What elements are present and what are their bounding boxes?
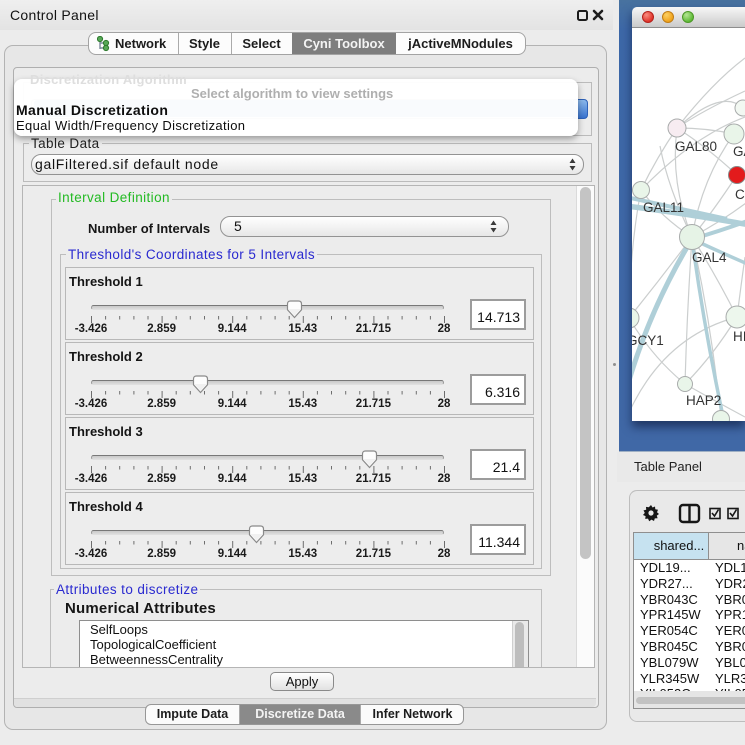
svg-text:GAL11: GAL11 — [643, 200, 684, 215]
svg-text:GAL80: GAL80 — [675, 139, 717, 154]
svg-text:HAP2: HAP2 — [686, 393, 721, 408]
svg-text:HI: HI — [733, 329, 745, 344]
svg-text:GAL4: GAL4 — [692, 250, 727, 265]
svg-text:GA: GA — [733, 144, 745, 159]
svg-text:C: C — [735, 187, 745, 202]
svg-text:GCY1: GCY1 — [632, 333, 664, 348]
